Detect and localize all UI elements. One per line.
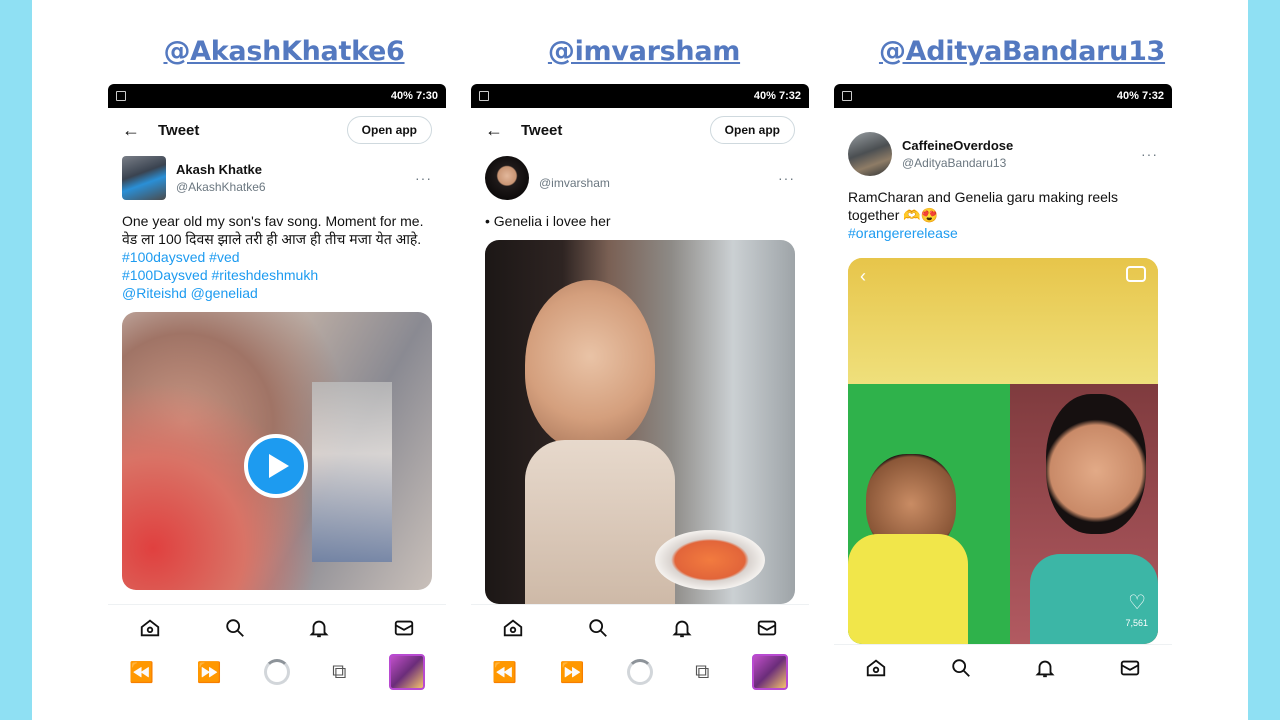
rewind-icon[interactable]: ⏪: [492, 660, 517, 685]
tweet-author: @imvarsham ···: [471, 152, 809, 204]
gallery-icon: [479, 91, 489, 101]
search-icon[interactable]: [587, 617, 609, 639]
avatar[interactable]: [485, 156, 529, 200]
tweet-author: Akash Khatke @AkashKhatke6 ···: [108, 152, 446, 204]
loading-icon: [263, 659, 290, 685]
author-username[interactable]: @AdityaBandaru13: [902, 156, 1141, 170]
tweet-line-marathi: वेड ला 100 दिवस झाले तरी ही आज ही तीच मज…: [122, 230, 432, 266]
hashtag[interactable]: #100daysved #ved: [122, 249, 240, 265]
chevron-left-icon[interactable]: ‹: [860, 266, 866, 287]
avatar[interactable]: [122, 156, 166, 200]
tabs-icon[interactable]: ⧉: [332, 661, 346, 684]
heart-icon[interactable]: ♡: [1128, 590, 1146, 615]
system-bar: ⏪ ⏩ ⧉: [471, 650, 809, 694]
forward-icon[interactable]: ⏩: [196, 660, 221, 685]
like-count: 7,561: [1125, 618, 1148, 628]
avatar[interactable]: [848, 132, 892, 176]
handle-imvarsham[interactable]: @imvarsham: [514, 36, 774, 67]
status-right: 40% 7:32: [1116, 90, 1164, 102]
phone-3: 40% 7:32 CaffeineOverdose @AdityaBandaru…: [834, 84, 1172, 684]
handle-aditya[interactable]: @AdityaBandaru13: [862, 36, 1182, 67]
bottom-nav: [834, 644, 1172, 684]
face: [525, 280, 655, 450]
hashtag[interactable]: #100Daysved #riteshdeshmukh: [122, 266, 432, 284]
tweet-video[interactable]: [122, 312, 432, 590]
forward-icon[interactable]: ⏩: [559, 660, 584, 685]
thumbnail-icon[interactable]: [751, 654, 788, 690]
tweet-header: ← Tweet Open app: [108, 108, 446, 152]
more-horizontal-icon[interactable]: ···: [778, 170, 795, 186]
system-bar: ⏪ ⏩ ⧉: [108, 650, 446, 694]
page-title: Tweet: [158, 121, 200, 139]
play-icon[interactable]: [244, 434, 308, 498]
bell-icon[interactable]: [1034, 657, 1056, 679]
thumbnail-icon[interactable]: [388, 654, 425, 690]
search-icon[interactable]: [224, 617, 246, 639]
author-name[interactable]: Akash Khatke: [176, 162, 415, 177]
open-app-button[interactable]: Open app: [709, 116, 795, 144]
tweet-header: ← Tweet Open app: [471, 108, 809, 152]
shirt: [848, 534, 968, 644]
gallery-icon: [842, 91, 852, 101]
mail-icon[interactable]: [393, 617, 415, 639]
tweet-text: RamCharan and Genelia garu making reels …: [834, 180, 1172, 242]
tweet-line: RamCharan and Genelia garu making reels …: [848, 189, 1119, 223]
tweet-text: • Genelia i lovee her: [471, 204, 809, 230]
home-icon[interactable]: [865, 657, 887, 679]
author-name[interactable]: CaffeineOverdose: [902, 138, 1141, 153]
author-username[interactable]: @AkashKhatke6: [176, 180, 415, 194]
collage-stage: @AkashKhatke6 @imvarsham @AdityaBandaru1…: [32, 0, 1248, 720]
mail-icon[interactable]: [756, 617, 778, 639]
loading-icon: [626, 659, 653, 685]
mention[interactable]: @Riteishd @geneliad: [122, 284, 432, 302]
arrow-left-icon[interactable]: ←: [485, 120, 521, 141]
mail-icon[interactable]: [1119, 657, 1141, 679]
status-bar: 40% 7:30: [108, 84, 446, 108]
bottom-nav: [471, 604, 809, 650]
status-right: 40% 7:32: [753, 90, 801, 102]
tweet-text: One year old my son's fav song. Moment f…: [108, 204, 446, 302]
camera-icon[interactable]: [1126, 266, 1146, 282]
author-username[interactable]: @imvarsham: [539, 176, 778, 190]
bell-icon[interactable]: [671, 617, 693, 639]
tweet-photo[interactable]: [485, 240, 795, 604]
status-right: 40% 7:30: [390, 90, 438, 102]
green-panel: [848, 384, 1010, 644]
sky: [848, 258, 1158, 384]
status-bar: 40% 7:32: [471, 84, 809, 108]
tweet-line: One year old my son's fav song. Moment f…: [122, 213, 424, 229]
status-bar: 40% 7:32: [834, 84, 1172, 108]
gallery-icon: [116, 91, 126, 101]
home-icon[interactable]: [139, 617, 161, 639]
tweet-video[interactable]: ‹ ♡ 7,561: [848, 258, 1158, 644]
bell-icon[interactable]: [308, 617, 330, 639]
clothes: [312, 382, 392, 562]
tweet-author: CaffeineOverdose @AdityaBandaru13 ···: [834, 128, 1172, 180]
marathi-text: वेड ला 100 दिवस झाले तरी ही आज ही तीच मज…: [122, 231, 422, 247]
dessert: [655, 530, 765, 590]
tweet-line: • Genelia i lovee her: [485, 213, 611, 229]
more-horizontal-icon[interactable]: ···: [415, 170, 432, 186]
more-horizontal-icon[interactable]: ···: [1141, 146, 1158, 162]
arrow-left-icon[interactable]: ←: [122, 120, 158, 141]
handle-akash[interactable]: @AkashKhatke6: [144, 36, 424, 67]
page-title: Tweet: [521, 121, 563, 139]
phone-2: 40% 7:32 ← Tweet Open app @imvarsham ···…: [471, 84, 809, 694]
search-icon[interactable]: [950, 657, 972, 679]
hashtag[interactable]: #orangererelease: [848, 224, 1158, 242]
tabs-icon[interactable]: ⧉: [695, 661, 709, 684]
open-app-button[interactable]: Open app: [346, 116, 432, 144]
rewind-icon[interactable]: ⏪: [129, 660, 154, 685]
face: [1046, 394, 1146, 534]
home-icon[interactable]: [502, 617, 524, 639]
bottom-nav: [108, 604, 446, 650]
sweater: [525, 440, 675, 604]
phone-1: 40% 7:30 ← Tweet Open app Akash Khatke @…: [108, 84, 446, 694]
